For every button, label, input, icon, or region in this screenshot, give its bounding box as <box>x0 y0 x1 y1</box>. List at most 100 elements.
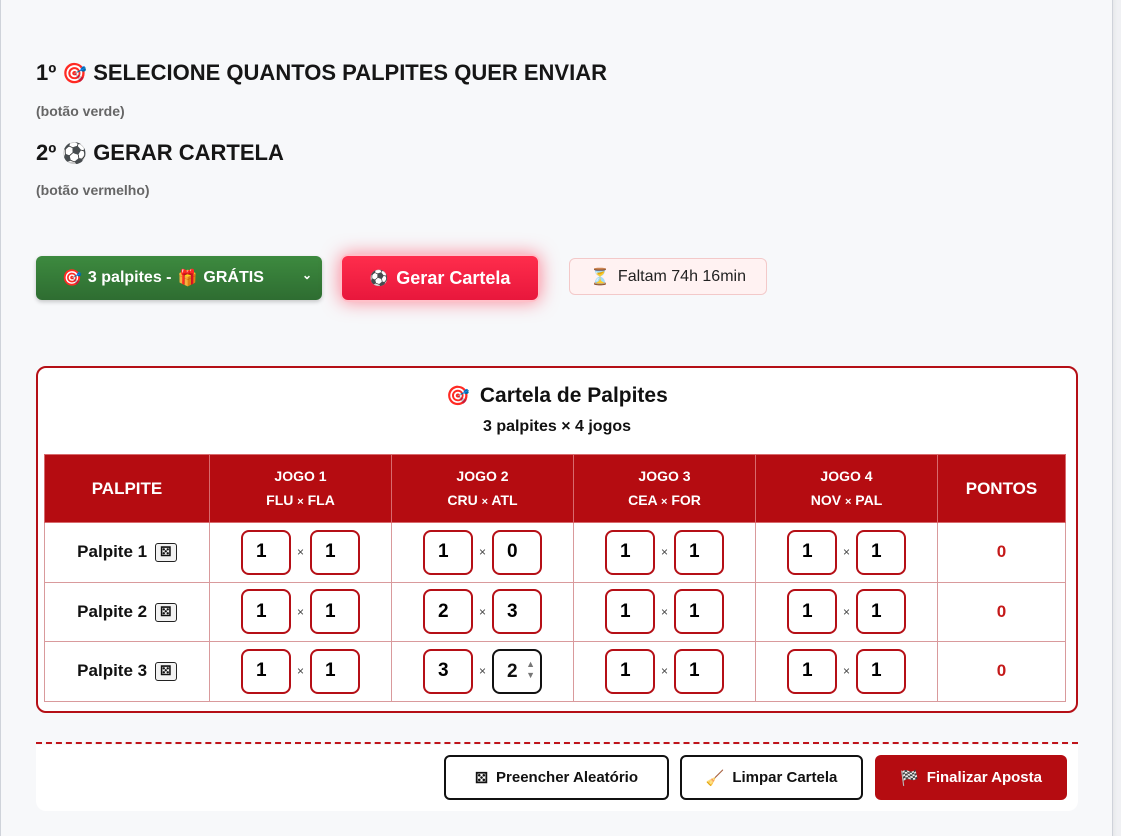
score-separator: × <box>296 664 304 679</box>
footer-actions: ⚄ Preencher Aleatório 🧹 Limpar Cartela 🏁… <box>36 745 1078 811</box>
game-1-label: JOGO 1 <box>274 467 327 484</box>
dice-icon: ⚄ <box>474 769 489 787</box>
dashed-divider <box>36 742 1078 744</box>
hourglass-icon: ⏳ <box>590 268 610 286</box>
gift-icon: 🎁 <box>177 270 198 287</box>
step-2-number: 2º <box>36 140 57 165</box>
bet-table: PALPITE JOGO 1 FLU × FLA JOGO 2 CRU × AT… <box>44 454 1066 702</box>
game-2-teams: CRU × ATL <box>392 488 573 514</box>
palpites-count-select[interactable]: 🎯 3 palpites - 🎁 GRÁTIS ⌄ <box>36 256 322 300</box>
step-1-text: SELECIONE QUANTOS PALPITES QUER ENVIAR <box>93 60 607 85</box>
score-input-away[interactable] <box>310 589 360 635</box>
score-input-home[interactable] <box>786 648 837 694</box>
col-palpite: PALPITE <box>44 454 210 523</box>
step-1-hint: (botão verde) <box>36 103 125 119</box>
dice-icon[interactable]: ⚄ <box>154 662 177 682</box>
dice-icon[interactable]: ⚄ <box>154 543 177 563</box>
target-icon: 🎯 <box>446 386 470 407</box>
soccer-ball-icon: ⚽ <box>62 142 88 165</box>
score-input-away[interactable] <box>310 529 360 575</box>
col-game-1: JOGO 1 FLU × FLA <box>209 454 392 523</box>
score-input-home[interactable] <box>240 648 291 694</box>
sheet-title: 🎯 Cartela de Palpites <box>38 384 1076 408</box>
table-row: Palpite 2 ⚄ × × × × 0 <box>44 581 1066 642</box>
score-cell: × <box>573 522 756 583</box>
generate-label: Gerar Cartela <box>396 267 511 288</box>
score-input-home[interactable] <box>422 648 473 694</box>
score-input-away[interactable] <box>856 529 906 575</box>
finish-bet-label: Finalizar Aposta <box>926 769 1042 786</box>
score-input-away[interactable] <box>310 648 360 694</box>
score-separator: × <box>660 664 668 679</box>
score-cell: × <box>755 641 938 702</box>
score-input-away[interactable] <box>674 648 724 694</box>
game-1-away: FLA <box>307 491 335 508</box>
clear-sheet-label: Limpar Cartela <box>732 769 838 786</box>
score-input-home[interactable] <box>604 589 655 635</box>
soccer-ball-icon: ⚽ <box>369 270 389 287</box>
score-cell: × <box>209 581 392 642</box>
game-3-x: × <box>661 495 668 508</box>
step-1-title: 1º 🎯 SELECIONE QUANTOS PALPITES QUER ENV… <box>36 60 607 86</box>
score-input-away[interactable] <box>856 589 906 635</box>
game-4-label: JOGO 4 <box>820 467 873 484</box>
score-input-home[interactable] <box>422 589 473 635</box>
game-1-teams: FLU × FLA <box>210 488 391 514</box>
score-input-home[interactable] <box>604 529 655 575</box>
score-input-home[interactable] <box>786 529 837 575</box>
score-separator: × <box>478 604 486 619</box>
target-icon: 🎯 <box>62 270 82 287</box>
score-input-away[interactable] <box>856 648 906 694</box>
clear-sheet-button[interactable]: 🧹 Limpar Cartela <box>680 755 863 800</box>
palpite-3-label: Palpite 3 <box>77 661 148 681</box>
game-4-x: × <box>844 495 852 508</box>
finish-bet-button[interactable]: 🏁 Finalizar Aposta <box>875 755 1067 800</box>
score-separator: × <box>842 664 850 679</box>
dice-icon[interactable]: ⚄ <box>154 602 177 622</box>
game-1-home: FLU <box>266 491 294 508</box>
score-cell: × <box>391 522 574 583</box>
timer-text: Faltam 74h 16min <box>617 267 746 285</box>
score-separator: × <box>660 604 668 619</box>
score-separator: × <box>478 664 486 679</box>
table-row: Palpite 3 ⚄ × × 2 ▲▼ × × 0 <box>44 641 1066 702</box>
points-value: 0 <box>937 641 1066 702</box>
score-input-home[interactable] <box>240 529 291 575</box>
checkered-flag-icon: 🏁 <box>900 769 919 787</box>
game-4-home: NOV <box>810 491 842 508</box>
score-input-home[interactable] <box>604 648 655 694</box>
random-fill-button[interactable]: ⚄ Preencher Aleatório <box>444 755 669 800</box>
score-input-away-focused[interactable]: 2 ▲ ▼ <box>492 648 542 694</box>
score-separator: × <box>842 604 850 619</box>
game-3-away: FOR <box>671 491 701 508</box>
random-fill-label: Preencher Aleatório <box>496 769 639 786</box>
score-input-away[interactable] <box>492 589 542 635</box>
game-2-away: ATL <box>491 491 518 508</box>
score-input-home[interactable] <box>786 589 837 635</box>
col-game-3: JOGO 3 CEA × FOR <box>573 454 756 523</box>
generate-sheet-button[interactable]: ⚽ Gerar Cartela <box>340 254 540 302</box>
sheet-subtitle: 3 palpites × 4 jogos <box>482 418 632 435</box>
countdown-timer: ⏳ Faltam 74h 16min <box>569 258 767 295</box>
game-4-teams: NOV × PAL <box>756 488 937 514</box>
score-cell: × <box>573 581 756 642</box>
score-input-away[interactable] <box>674 589 724 635</box>
score-input-away[interactable] <box>674 529 724 575</box>
palpite-2-label: Palpite 2 <box>77 601 148 621</box>
sheet-title-text: Cartela de Palpites <box>479 384 668 407</box>
col-game-4: JOGO 4 NOV × PAL <box>755 454 938 523</box>
score-input-home[interactable] <box>240 589 291 635</box>
spinner-arrows-icon[interactable]: ▲ ▼ <box>526 659 535 681</box>
score-input-home[interactable] <box>422 529 473 575</box>
select-free-label: GRÁTIS <box>203 269 264 286</box>
target-icon: 🎯 <box>62 62 88 85</box>
step-2-title: 2º ⚽ GERAR CARTELA <box>36 140 284 166</box>
col-pontos: PONTOS <box>937 454 1066 523</box>
score-cell: × <box>573 641 756 702</box>
points-value: 0 <box>937 581 1066 642</box>
step-2-hint: (botão vermelho) <box>36 182 150 198</box>
score-cell: × <box>391 581 574 642</box>
palpite-1-label: Palpite 1 <box>77 542 148 562</box>
score-input-away[interactable] <box>492 529 542 575</box>
chevron-down-icon: ⌄ <box>301 268 312 282</box>
